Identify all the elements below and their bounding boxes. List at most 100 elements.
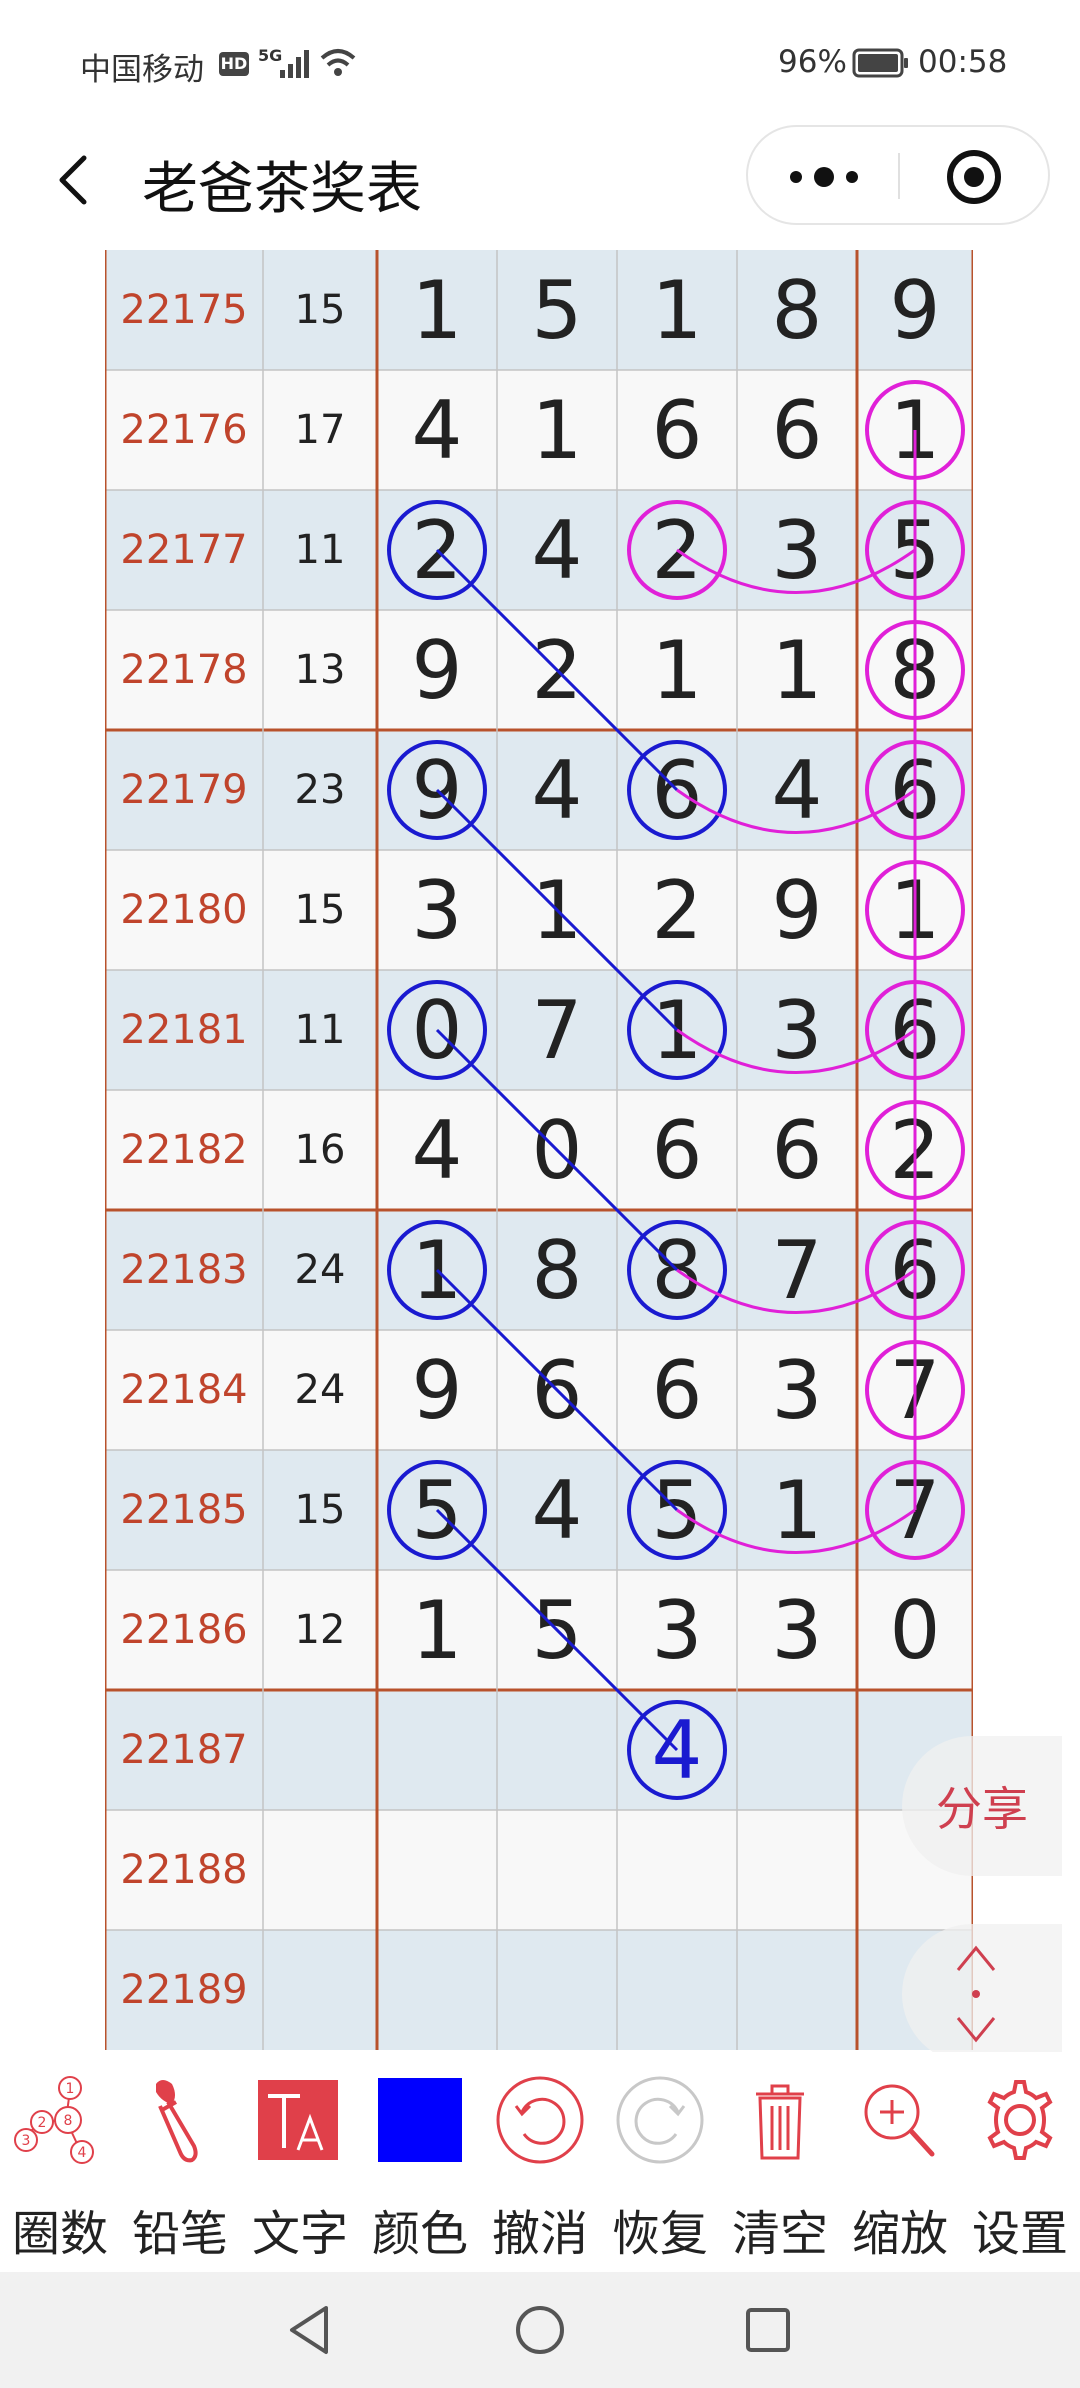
digit-cell[interactable]: 2	[617, 850, 737, 970]
table-row[interactable]: 22184 24 9 6 6 3 7	[105, 1330, 973, 1450]
digit-cell[interactable]: 1	[857, 370, 973, 490]
more-button[interactable]	[748, 127, 898, 223]
digit-cell[interactable]: 1	[377, 1570, 497, 1690]
digit-cell[interactable]: 3	[737, 970, 857, 1090]
nav-recents-button[interactable]	[728, 2290, 808, 2370]
digit-cell[interactable]: 9	[377, 1330, 497, 1450]
digit-cell[interactable]: 1	[377, 1210, 497, 1330]
lottery-table[interactable]: 22175 15 1 5 1 8 9 22176 17 4 1 6 6 1 22177 11 2 4 2 3 5 2217…	[105, 250, 973, 2052]
digit-cell[interactable]: 8	[497, 1210, 617, 1330]
digit-cell[interactable]: 2	[857, 1090, 973, 1210]
tool-pencil[interactable]: 铅笔	[120, 2052, 240, 2272]
digit-cell[interactable]: 0	[497, 1090, 617, 1210]
digit-cell[interactable]: 8	[857, 610, 973, 730]
digit-cell[interactable]: 7	[857, 1450, 973, 1570]
digit-cell[interactable]: 6	[737, 370, 857, 490]
digit-cell[interactable]	[497, 1690, 617, 1810]
table-row[interactable]: 22189	[105, 1930, 973, 2050]
table-row[interactable]: 22187 4	[105, 1690, 973, 1810]
digit-cell[interactable]: 5	[497, 1570, 617, 1690]
digit-cell[interactable]: 6	[617, 1090, 737, 1210]
digit-cell[interactable]	[617, 1810, 737, 1930]
digit-cell[interactable]	[737, 1930, 857, 2050]
digit-cell[interactable]	[617, 1930, 737, 2050]
digit-cell[interactable]: 6	[857, 970, 973, 1090]
scroll-toggle-button[interactable]	[902, 1924, 1062, 2064]
digit-cell[interactable]: 6	[497, 1330, 617, 1450]
table-row[interactable]: 22180 15 3 1 2 9 1	[105, 850, 973, 970]
digit-cell[interactable]: 1	[617, 970, 737, 1090]
nav-back-button[interactable]	[270, 2290, 350, 2370]
digit-cell[interactable]: 7	[737, 1210, 857, 1330]
digit-cell[interactable]: 2	[497, 610, 617, 730]
table-row[interactable]: 22183 24 1 8 8 7 6	[105, 1210, 973, 1330]
digit-cell[interactable]	[377, 1810, 497, 1930]
table-row[interactable]: 22179 23 9 4 6 4 6	[105, 730, 973, 850]
tool-circle-numbers[interactable]: 1 2 8 3 4 圈数	[0, 2052, 120, 2272]
tool-clear[interactable]: 清空	[720, 2052, 840, 2272]
nav-home-button[interactable]	[500, 2290, 580, 2370]
digit-cell[interactable]: 6	[617, 1330, 737, 1450]
digit-cell[interactable]: 1	[617, 250, 737, 370]
table-row[interactable]: 22188	[105, 1810, 973, 1930]
digit-cell[interactable]: 8	[617, 1210, 737, 1330]
digit-cell[interactable]: 4	[377, 370, 497, 490]
back-button[interactable]	[40, 142, 110, 218]
table-row[interactable]: 22186 12 1 5 3 3 0	[105, 1570, 973, 1690]
digit-cell[interactable]: 0	[857, 1570, 973, 1690]
digit-cell[interactable]: 9	[377, 610, 497, 730]
digit-cell[interactable]: 5	[377, 1450, 497, 1570]
digit-cell[interactable]: 3	[377, 850, 497, 970]
digit-cell[interactable]: 5	[857, 490, 973, 610]
digit-cell[interactable]: 4	[377, 1090, 497, 1210]
digit-cell[interactable]	[737, 1690, 857, 1810]
close-mini-program-button[interactable]	[900, 127, 1050, 223]
digit-cell[interactable]: 1	[377, 250, 497, 370]
table-row[interactable]: 22181 11 0 7 1 3 6	[105, 970, 973, 1090]
digit-cell[interactable]: 3	[737, 1570, 857, 1690]
digit-cell[interactable]: 9	[857, 250, 973, 370]
digit-cell[interactable]: 9	[737, 850, 857, 970]
table-row[interactable]: 22178 13 9 2 1 1 8	[105, 610, 973, 730]
digit-cell[interactable]: 2	[617, 490, 737, 610]
tool-zoom[interactable]: 缩放	[840, 2052, 960, 2272]
digit-cell[interactable]	[497, 1810, 617, 1930]
tool-redo[interactable]: 恢复	[600, 2052, 720, 2272]
digit-cell[interactable]	[497, 1930, 617, 2050]
digit-cell[interactable]: 5	[617, 1450, 737, 1570]
digit-cell[interactable]: 4	[497, 730, 617, 850]
digit-cell[interactable]	[377, 1690, 497, 1810]
digit-cell[interactable]: 3	[737, 490, 857, 610]
digit-cell[interactable]: 4	[497, 490, 617, 610]
digit-cell[interactable]: 6	[857, 1210, 973, 1330]
tool-text[interactable]: 文字	[240, 2052, 360, 2272]
digit-cell[interactable]: 9	[377, 730, 497, 850]
digit-cell[interactable]: 7	[497, 970, 617, 1090]
digit-cell[interactable]: 1	[497, 370, 617, 490]
digit-cell[interactable]: 6	[617, 370, 737, 490]
digit-cell[interactable]: 7	[857, 1330, 973, 1450]
digit-cell[interactable]: 3	[737, 1330, 857, 1450]
tool-color[interactable]: 颜色	[360, 2052, 480, 2272]
digit-cell[interactable]: 5	[497, 250, 617, 370]
digit-cell[interactable]: 0	[377, 970, 497, 1090]
tool-undo[interactable]: 撤消	[480, 2052, 600, 2272]
share-button[interactable]: 分享	[902, 1736, 1062, 1876]
digit-cell[interactable]: 4	[497, 1450, 617, 1570]
digit-cell[interactable]: 4	[737, 730, 857, 850]
table-row[interactable]: 22176 17 4 1 6 6 1	[105, 370, 973, 490]
digit-cell[interactable]: 6	[617, 730, 737, 850]
digit-cell[interactable]: 2	[377, 490, 497, 610]
digit-cell[interactable]: 3	[617, 1570, 737, 1690]
digit-cell[interactable]: 1	[617, 610, 737, 730]
tool-settings[interactable]: 设置	[960, 2052, 1080, 2272]
digit-cell[interactable]: 1	[857, 850, 973, 970]
digit-cell[interactable]: 4	[617, 1690, 737, 1810]
digit-cell[interactable]: 1	[497, 850, 617, 970]
digit-cell[interactable]: 1	[737, 610, 857, 730]
digit-cell[interactable]: 6	[857, 730, 973, 850]
table-row[interactable]: 22185 15 5 4 5 1 7	[105, 1450, 973, 1570]
digit-cell[interactable]	[737, 1810, 857, 1930]
digit-cell[interactable]: 6	[737, 1090, 857, 1210]
table-row[interactable]: 22175 15 1 5 1 8 9	[105, 250, 973, 370]
